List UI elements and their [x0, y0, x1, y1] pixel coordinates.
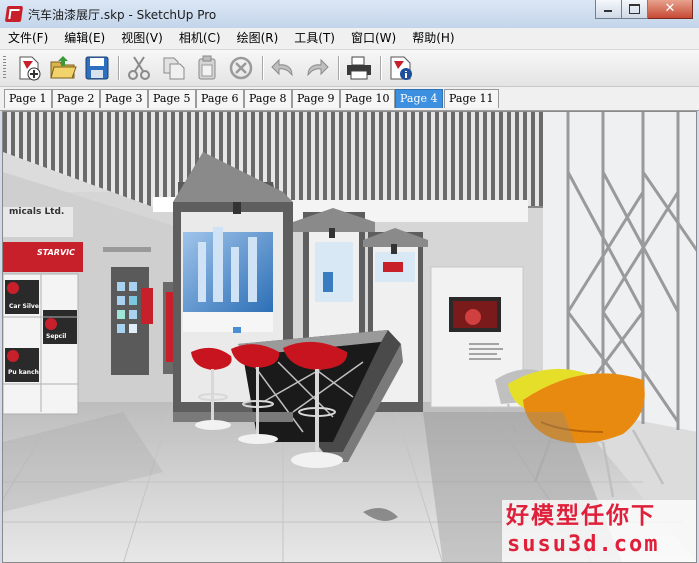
erase-icon: [229, 56, 253, 80]
brand-banner: [3, 242, 83, 272]
window-title: 汽车油漆展厅.skp - SketchUp Pro: [28, 8, 217, 22]
menu-draw[interactable]: 绘图(R): [229, 28, 287, 49]
open-button[interactable]: [48, 53, 78, 83]
brand-banner-text: STARVIC: [37, 248, 75, 257]
undo-icon: [271, 58, 293, 77]
scene-tabs: Page 1 Page 2 Page 3 Page 5 Page 6 Page …: [0, 87, 699, 111]
tab-page-9[interactable]: Page 9: [292, 89, 340, 108]
maximize-button[interactable]: [622, 0, 648, 19]
new-file-icon: [19, 56, 41, 81]
panel-5-text: Pu kanch: [8, 369, 39, 376]
menu-window[interactable]: 窗口(W): [343, 28, 404, 49]
tab-page-3[interactable]: Page 3: [100, 89, 148, 108]
model-info-icon: [390, 56, 412, 80]
minimize-button[interactable]: [595, 0, 622, 19]
paste-button[interactable]: [192, 53, 222, 83]
sketchup-icon[interactable]: [4, 6, 24, 22]
window-controls: ✕: [595, 0, 693, 19]
minimize-icon: [604, 10, 612, 12]
save-icon: [85, 56, 109, 80]
watermark-url: susu3d.com: [507, 532, 660, 557]
open-folder-icon: [50, 56, 77, 79]
cut-button[interactable]: [124, 53, 154, 83]
menu-bar: 文件(F) 编辑(E) 视图(V) 相机(C) 绘图(R) 工具(T) 窗口(W…: [0, 28, 699, 50]
maximize-icon: [629, 4, 640, 14]
new-file-button[interactable]: [14, 53, 44, 83]
tab-page-8[interactable]: Page 8: [244, 89, 292, 108]
toolbar-separator: [118, 56, 119, 80]
menu-edit[interactable]: 编辑(E): [56, 28, 113, 49]
tab-page-10[interactable]: Page 10: [340, 89, 395, 108]
company-sign-text: micals Ltd.: [9, 207, 64, 217]
redo-icon: [307, 58, 329, 77]
copy-icon: [163, 57, 185, 80]
copy-button[interactable]: [158, 53, 188, 83]
showroom-scene: micals Ltd. STARVIC Car Silver Sepcil Pu…: [3, 112, 696, 562]
close-button[interactable]: ✕: [648, 0, 693, 19]
menu-file[interactable]: 文件(F): [0, 28, 56, 49]
standard-toolbar: [0, 50, 699, 87]
menu-view[interactable]: 视图(V): [113, 28, 171, 49]
product-panels: Car Silver Sepcil Pu kanch: [3, 273, 79, 415]
save-button[interactable]: [82, 53, 112, 83]
close-icon: ✕: [664, 1, 676, 16]
paste-icon: [198, 55, 216, 80]
drawing-viewport[interactable]: micals Ltd. STARVIC Car Silver Sepcil Pu…: [2, 111, 697, 563]
print-button[interactable]: [344, 53, 374, 83]
watermark: 好模型任你下 susu3d.com: [502, 500, 696, 562]
toolbar-separator: [262, 56, 263, 80]
menu-camera[interactable]: 相机(C): [171, 28, 229, 49]
tab-page-1[interactable]: Page 1: [4, 89, 52, 108]
menu-help[interactable]: 帮助(H): [404, 28, 462, 49]
tab-page-11[interactable]: Page 11: [444, 89, 499, 108]
toolbar-separator: [338, 56, 339, 80]
menu-tools[interactable]: 工具(T): [286, 28, 343, 49]
tab-page-2[interactable]: Page 2: [52, 89, 100, 108]
tab-page-6[interactable]: Page 6: [196, 89, 244, 108]
model-info-button[interactable]: [386, 53, 416, 83]
watermark-slogan: 好模型任你下: [506, 503, 656, 529]
cut-icon: [128, 56, 150, 80]
toolbar-grip[interactable]: [3, 56, 6, 80]
tab-page-4[interactable]: Page 4: [395, 89, 443, 108]
panel-4-text: Sepcil: [46, 333, 66, 340]
erase-button[interactable]: [226, 53, 256, 83]
panel-1-text: Car Silver: [9, 303, 42, 310]
title-bar: 汽车油漆展厅.skp - SketchUp Pro ✕: [0, 0, 699, 29]
toolbar-separator: [380, 56, 381, 80]
tab-page-5[interactable]: Page 5: [148, 89, 196, 108]
redo-button[interactable]: [302, 53, 332, 83]
print-icon: [347, 56, 371, 80]
undo-button[interactable]: [268, 53, 298, 83]
